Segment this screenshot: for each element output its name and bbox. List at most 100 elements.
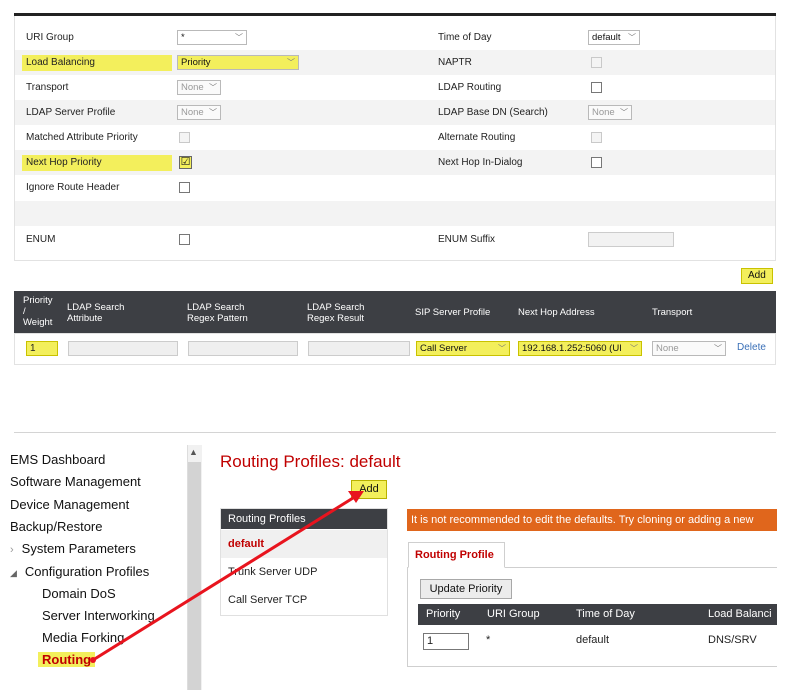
routing-profiles-list: Routing Profiles default Trunk Server UD…: [220, 508, 388, 616]
matched-attribute-priority-checkbox[interactable]: [179, 132, 190, 143]
ldap-routing-checkbox[interactable]: [591, 82, 602, 93]
triangle-down-icon: ◢: [10, 568, 17, 578]
sip-server-profile-header: SIP Server Profile: [415, 307, 491, 318]
routing-rule-form: URI Group * ﹀ Time of Day default ﹀ Load B…: [14, 16, 776, 261]
ldap-result-header: LDAP Search Regex Result: [307, 302, 365, 324]
ldap-server-profile-label: LDAP Server Profile: [26, 107, 116, 118]
page-title: Routing Profiles: default: [220, 452, 401, 471]
form-row-transport: Transport None ﹀ LDAP Routing: [15, 75, 775, 100]
add-hop-button[interactable]: Add: [741, 268, 773, 284]
load-balancing-label: Load Balancing: [22, 55, 172, 71]
form-row-ldap-server: LDAP Server Profile None ﹀ LDAP Base DN (…: [15, 100, 775, 125]
ldap-result-input[interactable]: [308, 341, 410, 356]
enum-suffix-label: ENUM Suffix: [438, 234, 496, 245]
ldap-attribute-header: LDAP Search Attribute: [67, 302, 125, 324]
delete-link[interactable]: Delete: [737, 342, 766, 353]
transport-select[interactable]: None ﹀: [177, 80, 221, 95]
next-hop-priority-label: Next Hop Priority: [22, 155, 172, 171]
nav-media-forking[interactable]: Media Forking: [42, 630, 124, 646]
uri-group-select[interactable]: * ﹀: [177, 30, 247, 45]
chevron-down-icon: ﹀: [209, 108, 217, 117]
chevron-down-icon: ﹀: [287, 58, 295, 67]
ldap-server-profile-select[interactable]: None ﹀: [177, 105, 221, 120]
form-row-enum: ENUM ENUM Suffix: [15, 227, 775, 252]
ldap-regex-input[interactable]: [188, 341, 298, 356]
td-time-of-day: default: [576, 634, 610, 646]
ldap-base-dn-select[interactable]: None ﹀: [588, 105, 632, 120]
priority-weight-input[interactable]: 1: [26, 341, 58, 356]
enum-checkbox[interactable]: [179, 234, 190, 245]
nav-configuration-profiles[interactable]: ◢ Configuration Profiles: [10, 564, 149, 581]
form-row-next-hop-priority: Next Hop Priority ☑ Next Hop In-Dialog: [15, 150, 775, 175]
chevron-right-icon: ›: [10, 544, 14, 556]
hop-grid-header: Priority / Weight LDAP Search Attribute …: [14, 291, 776, 333]
rules-table-header: Priority URI Group Time of Day Load Bala…: [418, 604, 777, 625]
screenshot-separator: [14, 432, 776, 433]
th-uri-group: URI Group: [487, 608, 540, 620]
row-priority-input[interactable]: 1: [423, 633, 469, 650]
alternate-routing-label: Alternate Routing: [438, 132, 516, 143]
ignore-route-header-label: Ignore Route Header: [26, 182, 120, 193]
nav-device-management[interactable]: Device Management: [10, 497, 129, 513]
form-row-ignore-route: Ignore Route Header: [15, 175, 775, 200]
alternate-routing-checkbox[interactable]: [591, 132, 602, 143]
transport-header: Transport: [652, 307, 693, 318]
priority-header: Priority / Weight: [23, 295, 53, 328]
ignore-route-header-checkbox[interactable]: [179, 182, 190, 193]
chevron-down-icon: ﹀: [498, 344, 506, 353]
next-hop-priority-checkbox[interactable]: ☑: [179, 156, 192, 169]
td-load-balancing: DNS/SRV: [708, 634, 757, 646]
form-row-load-balancing: Load Balancing Priority ﹀ NAPTR: [15, 50, 775, 75]
chevron-down-icon: ﹀: [714, 344, 722, 353]
nav-ems-dashboard[interactable]: EMS Dashboard: [10, 452, 105, 468]
chevron-down-icon: ﹀: [620, 108, 628, 117]
chevron-down-icon: ﹀: [235, 33, 243, 42]
td-uri-group: *: [486, 634, 491, 646]
routing-profiles-header: Routing Profiles: [221, 509, 387, 529]
matched-attribute-priority-label: Matched Attribute Priority: [26, 132, 138, 143]
ldap-attribute-input[interactable]: [68, 341, 178, 356]
next-hop-address-select[interactable]: 192.168.1.252:5060 (UI ﹀: [518, 341, 642, 356]
nav-system-parameters[interactable]: › System Parameters: [10, 541, 136, 558]
add-profile-button[interactable]: Add: [351, 480, 387, 499]
grid-transport-select[interactable]: None ﹀: [652, 341, 726, 356]
profile-item-default[interactable]: default: [221, 530, 387, 558]
ldap-regex-header: LDAP Search Regex Pattern: [187, 302, 248, 324]
chevron-down-icon: ﹀: [209, 83, 217, 92]
hop-grid-row: 1 Call Server ﹀ 192.168.1.252:5060 (UI ﹀ N…: [14, 333, 776, 365]
nav-routing[interactable]: Routing: [38, 652, 96, 668]
enum-suffix-input[interactable]: [588, 232, 674, 247]
sip-server-profile-select[interactable]: Call Server ﹀: [416, 341, 510, 356]
nav-server-interworking[interactable]: Server Interworking: [42, 608, 155, 624]
next-hop-in-dialog-checkbox[interactable]: [591, 157, 602, 168]
profile-item-trunk-server-udp[interactable]: Trunk Server UDP: [221, 558, 387, 586]
next-hop-address-header: Next Hop Address: [518, 307, 595, 318]
naptr-label: NAPTR: [438, 57, 472, 68]
nav-software-management[interactable]: Software Management: [10, 474, 141, 490]
chevron-down-icon: ﹀: [630, 344, 638, 353]
uri-group-label: URI Group: [26, 32, 74, 43]
nav-backup-restore[interactable]: Backup/Restore: [10, 519, 103, 535]
ldap-routing-label: LDAP Routing: [438, 82, 502, 93]
table-row[interactable]: * default DNS/SRV: [418, 625, 777, 655]
form-row-uri-group: URI Group * ﹀ Time of Day default ﹀: [15, 25, 775, 50]
naptr-checkbox[interactable]: [591, 57, 602, 68]
time-of-day-select[interactable]: default ﹀: [588, 30, 640, 45]
nav-scrollbar-thumb[interactable]: [188, 462, 201, 690]
chevron-down-icon: ﹀: [628, 33, 636, 42]
transport-label: Transport: [26, 82, 69, 93]
profile-item-call-server-tcp[interactable]: Call Server TCP: [221, 586, 387, 614]
th-time-of-day: Time of Day: [576, 608, 635, 620]
load-balancing-select[interactable]: Priority ﹀: [177, 55, 299, 70]
scroll-up-icon[interactable]: ▲: [189, 447, 198, 457]
th-priority: Priority: [426, 608, 461, 620]
enum-label: ENUM: [26, 234, 56, 245]
th-load-balancing: Load Balanci: [708, 608, 772, 620]
form-row-matched-attr: Matched Attribute Priority Alternate Rou…: [15, 125, 775, 150]
ldap-base-dn-label: LDAP Base DN (Search): [438, 107, 548, 118]
next-hop-in-dialog-label: Next Hop In-Dialog: [438, 157, 523, 168]
nav-domain-dos[interactable]: Domain DoS: [42, 586, 116, 602]
update-priority-button[interactable]: Update Priority: [420, 579, 512, 599]
time-of-day-label: Time of Day: [438, 32, 492, 43]
tab-routing-profile[interactable]: Routing Profile: [408, 542, 505, 568]
